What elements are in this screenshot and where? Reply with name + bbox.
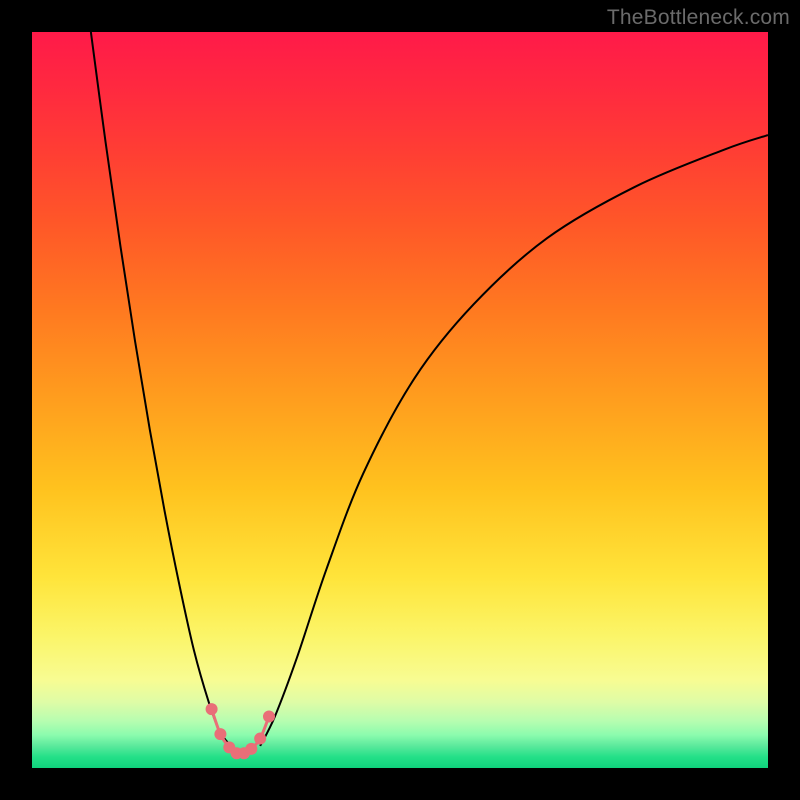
curve-left-path	[91, 32, 231, 746]
curve-right	[260, 135, 768, 746]
valley-dot	[214, 728, 226, 740]
valley-dot	[206, 703, 218, 715]
valley-dot	[245, 743, 257, 755]
curve-right-path	[260, 135, 768, 746]
chart-svg	[32, 32, 768, 768]
valley-dot	[263, 710, 275, 722]
watermark-text: TheBottleneck.com	[607, 6, 790, 30]
outer-frame: TheBottleneck.com	[0, 0, 800, 800]
curve-left	[91, 32, 231, 746]
plot-area	[32, 32, 768, 768]
valley-dot	[254, 733, 266, 745]
